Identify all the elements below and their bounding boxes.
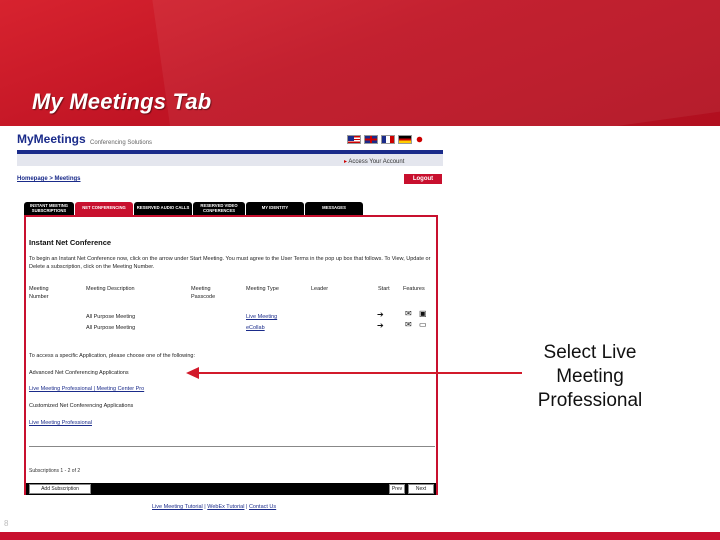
row-2-description: All Purpose Meeting [86, 325, 136, 331]
footer-link-webex-tutorial[interactable]: WebEx Tutorial [207, 504, 244, 510]
access-account-link[interactable]: ▸ Access Your Account [344, 158, 404, 165]
footer-bar [0, 532, 720, 540]
france-flag-icon[interactable] [381, 135, 395, 144]
uk-flag-icon[interactable] [364, 135, 378, 144]
germany-flag-icon[interactable] [398, 135, 412, 144]
document-icon[interactable]: ▣ [419, 309, 427, 318]
column-header-description: Meeting Description [86, 286, 135, 292]
email-icon[interactable]: ✉ [405, 309, 412, 318]
tab-bar: INSTANT MEETING SUBSCRIPTIONS NET CONFER… [24, 202, 363, 215]
advanced-links: Live Meeting Professional | Meeting Cent… [29, 386, 145, 392]
app-screenshot: MyMeetings Conferencing Solutions ▸ Acce… [17, 128, 443, 520]
footer-links: Live Meeting Tutorial | WebEx Tutorial |… [152, 504, 277, 510]
callout-text: Select Live Meeting Professional [537, 342, 643, 411]
tab-instant-meeting[interactable]: INSTANT MEETING SUBSCRIPTIONS [24, 202, 74, 215]
custom-heading: Customized Net Conferencing Applications [29, 403, 134, 409]
column-header-start: Start [378, 286, 390, 292]
logout-button[interactable]: Logout [404, 174, 442, 184]
advanced-heading: Advanced Net Conferencing Applications [29, 370, 129, 376]
slide-header-banner: My Meetings Tab [0, 0, 720, 126]
content-panel: Instant Net Conference To begin an Insta… [24, 215, 438, 495]
breadcrumb[interactable]: Homepage > Meetings [17, 176, 81, 182]
next-button[interactable]: Next [408, 484, 434, 494]
add-subscription-button[interactable]: Add Subscription [29, 484, 91, 494]
access-account-label: Access Your Account [348, 159, 405, 165]
row-1-description: All Purpose Meeting [86, 314, 136, 320]
tab-reserved-video[interactable]: RESERVED VIDEO CONFERENCES [193, 202, 245, 215]
brand-subtitle: Conferencing Solutions [90, 140, 153, 146]
slide-title: My Meetings Tab [32, 89, 212, 114]
column-header-leader: Leader [311, 286, 329, 292]
footer-link-contact-us[interactable]: Contact Us [249, 504, 276, 510]
brand-logo: MyMeetings [17, 132, 86, 146]
us-flag-icon[interactable] [347, 135, 361, 144]
slide-number: 8 [4, 519, 9, 528]
panel-title: Instant Net Conference [29, 238, 112, 247]
row-2-type[interactable]: eCollab [246, 325, 265, 331]
footer-link-live-meeting-tutorial[interactable]: Live Meeting Tutorial [152, 504, 203, 510]
language-flags [347, 135, 424, 144]
prev-button[interactable]: Prev [389, 484, 405, 494]
folder-icon[interactable]: ▭ [419, 320, 427, 329]
column-header-type: Meeting Type [246, 286, 279, 292]
tab-reserved-audio[interactable]: RESERVED AUDIO CALLS [134, 202, 192, 215]
action-bar: Add Subscription Prev Next [26, 483, 436, 495]
triangle-right-icon: ▸ [344, 159, 348, 165]
instructions-text: To begin an Instant Net Conference now, … [29, 256, 431, 270]
subscription-count: Subscriptions 1 - 2 of 2 [29, 468, 81, 474]
japan-flag-icon[interactable] [415, 135, 424, 144]
start-arrow-icon[interactable]: ➔ [377, 310, 384, 319]
callout-arrow [198, 372, 522, 374]
link-live-meeting-professional[interactable]: Live Meeting Professional [29, 386, 92, 392]
column-header-passcode: Meeting Passcode [191, 286, 216, 300]
column-header-number: Meeting Number [29, 286, 49, 300]
column-header-features: Features [403, 286, 425, 292]
email-icon[interactable]: ✉ [405, 320, 412, 329]
row-1-type[interactable]: Live Meeting [246, 314, 277, 320]
link-custom-live-meeting-professional[interactable]: Live Meeting Professional [29, 420, 92, 426]
tab-my-identity[interactable]: MY IDENTITY [246, 202, 304, 215]
link-meeting-center-pro[interactable]: Meeting Center Pro [96, 386, 144, 392]
access-prompt: To access a specific Application, please… [29, 353, 196, 359]
divider [29, 446, 435, 447]
tab-messages[interactable]: MESSAGES [305, 202, 363, 215]
tab-net-conferencing[interactable]: NET CONFERENCING [75, 202, 133, 215]
start-arrow-icon[interactable]: ➔ [377, 321, 384, 330]
